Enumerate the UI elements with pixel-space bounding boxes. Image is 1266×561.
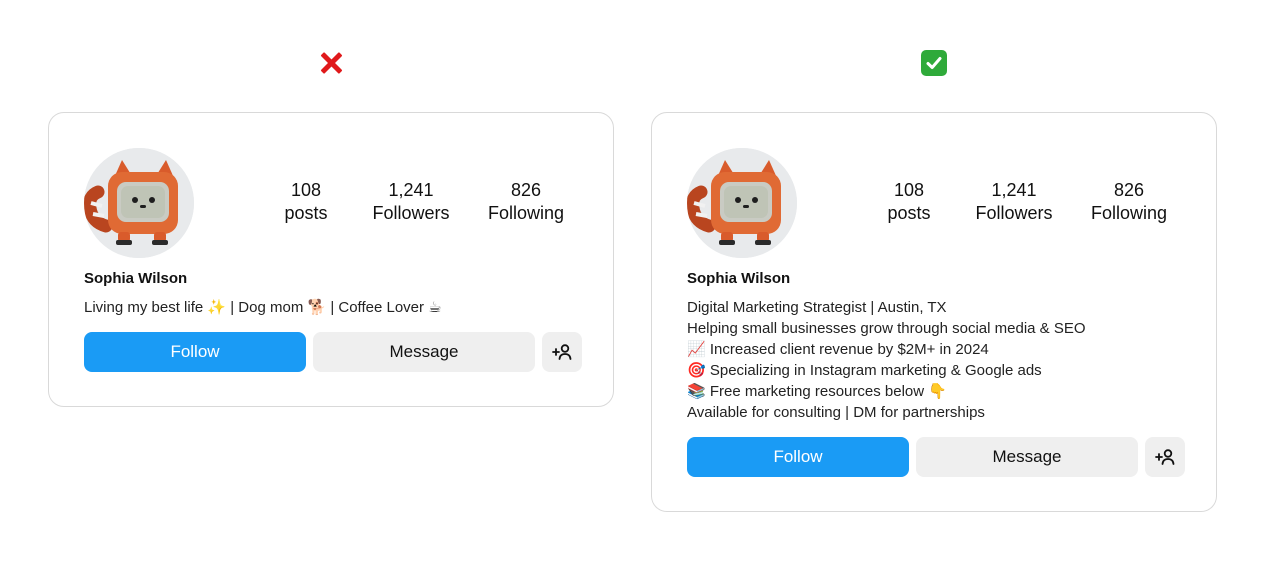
profile-card-bad: 108 posts 1,241 Followers 826 Following … [48,112,614,407]
profile-actions: Follow Message [687,437,1185,477]
message-button[interactable]: Message [313,332,535,372]
add-user-button[interactable] [542,332,582,372]
profile-stats: 108 posts 1,241 Followers 826 Following [864,179,1184,225]
bio-line: 🎯 Specializing in Instagram marketing & … [687,362,1042,379]
stat-following[interactable]: 826 Following [1074,179,1184,225]
bio-line: Digital Marketing Strategist | Austin, T… [687,299,947,316]
add-person-icon [552,344,572,360]
followers-count: 1,241 [388,180,434,200]
posts-count: 108 [893,180,925,200]
bio-line: 📚 Free marketing resources below 👇 [687,383,947,400]
following-label: Following [487,203,565,223]
bio-line: Living my best life ✨ | Dog mom 🐕 | Coff… [84,299,442,316]
follow-button[interactable]: Follow [84,332,306,372]
green-check-icon [919,48,949,78]
following-count: 826 [510,180,542,200]
stat-posts[interactable]: 108 posts [261,179,351,225]
avatar[interactable] [687,148,797,258]
add-user-button[interactable] [1145,437,1185,477]
bio-line: Available for consulting | DM for partne… [687,404,985,421]
avatar[interactable] [84,148,194,258]
stat-posts[interactable]: 108 posts [864,179,954,225]
add-person-icon [1155,449,1175,465]
stat-following[interactable]: 826 Following [471,179,581,225]
following-label: Following [1090,203,1168,223]
posts-count: 108 [290,180,322,200]
profile-card-good: 108 posts 1,241 Followers 826 Following … [651,112,1217,512]
stat-followers[interactable]: 1,241 Followers [351,179,471,225]
message-button[interactable]: Message [916,437,1138,477]
posts-label: posts [284,203,328,223]
followers-label: Followers [975,203,1053,223]
following-count: 826 [1113,180,1145,200]
followers-count: 1,241 [991,180,1037,200]
red-x-icon [316,48,346,78]
profile-name: Sophia Wilson [84,270,188,287]
profile-stats: 108 posts 1,241 Followers 826 Following [261,179,581,225]
follow-button[interactable]: Follow [687,437,909,477]
followers-label: Followers [372,203,450,223]
bio-line: 📈 Increased client revenue by $2M+ in 20… [687,341,989,358]
stat-followers[interactable]: 1,241 Followers [954,179,1074,225]
profile-bio: Digital Marketing Strategist | Austin, T… [687,297,1086,423]
bio-line: Helping small businesses grow through so… [687,320,1086,337]
profile-bio: Living my best life ✨ | Dog mom 🐕 | Coff… [84,297,442,318]
profile-actions: Follow Message [84,332,582,372]
profile-name: Sophia Wilson [687,270,791,287]
posts-label: posts [887,203,931,223]
